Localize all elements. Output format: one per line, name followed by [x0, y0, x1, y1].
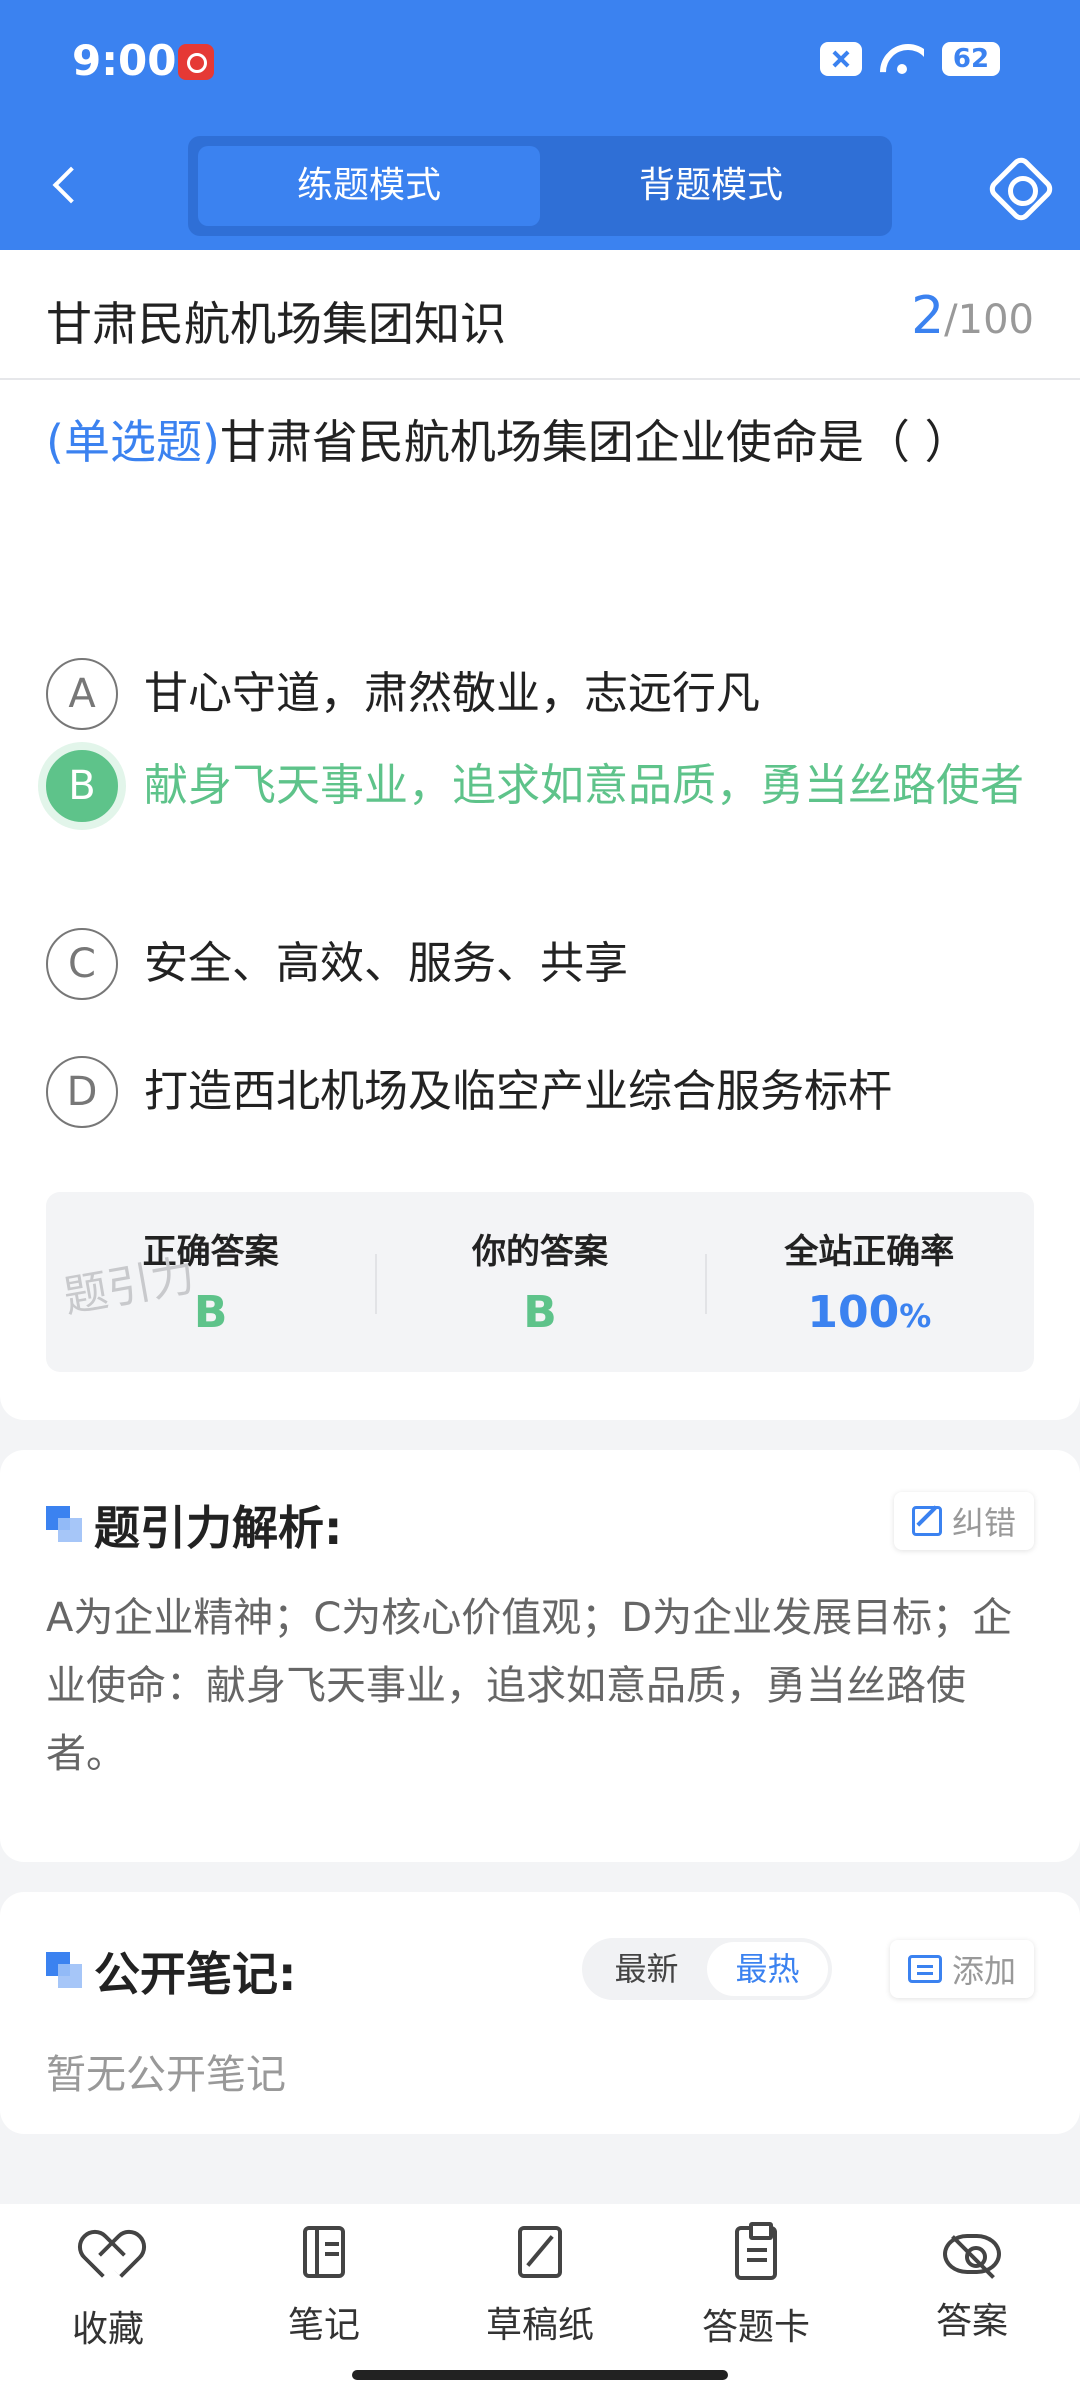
question-header: 甘肃民航机场集团知识 2/100 — [0, 250, 1080, 380]
answer-card-icon — [735, 2222, 777, 2280]
analysis-title: 题引力解析: — [94, 1501, 343, 1555]
nav-label: 笔记 — [287, 2305, 360, 2346]
report-error-label: 纠错 — [951, 1504, 1016, 1542]
nav-favorite[interactable]: 收藏 — [0, 2204, 216, 2400]
section-icon — [46, 1952, 82, 1988]
home-indicator[interactable] — [352, 2370, 728, 2380]
option-letter: C — [46, 928, 118, 1000]
sort-newest[interactable]: 最新 — [586, 1942, 707, 1996]
message-icon — [907, 1955, 942, 1983]
status-bar: 9:00 62 — [0, 0, 1080, 120]
back-icon[interactable] — [40, 160, 90, 210]
app-notification-icon — [178, 44, 214, 80]
option-a[interactable]: A 甘心守道，肃然敬业，志远行凡 — [46, 658, 1036, 730]
accuracy-rate: 全站正确率 100% — [704, 1192, 1034, 1372]
your-answer: 你的答案 B — [375, 1192, 704, 1372]
question-text: (单选题)甘肃省民航机场集团企业使命是（ ） — [46, 402, 1036, 482]
accuracy-rate-label: 全站正确率 — [784, 1232, 955, 1272]
question-progress: 2/100 — [911, 286, 1034, 346]
section-icon — [46, 1506, 82, 1542]
add-note-label: 添加 — [951, 1952, 1016, 1990]
public-notes-card: 公开笔记: 最新 最热 添加 暂无公开笔记 — [0, 1892, 1080, 2134]
option-d[interactable]: D 打造西北机场及临空产业综合服务标杆 — [46, 1056, 1036, 1128]
question-card: 甘肃民航机场集团知识 2/100 (单选题)甘肃省民航机场集团企业使命是（ ） … — [0, 250, 1080, 1420]
add-note-button[interactable]: 添加 — [889, 1940, 1034, 1998]
notebook-icon — [303, 2226, 345, 2278]
option-b[interactable]: B 献身飞天事业，追求如意品质，勇当丝路使者 — [46, 750, 1036, 822]
nav-label: 草稿纸 — [485, 2305, 594, 2346]
your-answer-value: B — [523, 1287, 557, 1338]
wifi-icon — [880, 42, 924, 76]
option-letter: A — [46, 658, 118, 730]
progress-current: 2 — [911, 286, 945, 346]
option-letter: D — [46, 1056, 118, 1128]
accuracy-rate-number: 100 — [807, 1287, 900, 1338]
nav-label: 收藏 — [71, 2309, 144, 2350]
status-time: 9:00 — [72, 36, 177, 85]
battery-icon: 62 — [942, 42, 1000, 76]
tab-practice-mode[interactable]: 练题模式 — [198, 146, 540, 226]
option-text: 打造西北机场及临空产业综合服务标杆 — [144, 1066, 892, 1117]
option-text: 甘心守道，肃然敬业，志远行凡 — [144, 668, 760, 719]
option-text: 安全、高效、服务、共享 — [144, 938, 628, 989]
heart-icon — [80, 2226, 136, 2282]
settings-icon[interactable] — [992, 160, 1044, 212]
question-body: 甘肃省民航机场集团企业使命是（ ） — [219, 415, 971, 469]
option-letter: B — [46, 750, 118, 822]
analysis-text: A为企业精神；C为核心价值观；D为企业发展目标；企业使命：献身飞天事业，追求如意… — [46, 1595, 1013, 1777]
question-type: (单选题) — [46, 415, 220, 469]
accuracy-rate-value: 100% — [705, 1287, 1034, 1338]
status-icons: 62 — [820, 42, 1000, 76]
notes-empty-text: 暂无公开笔记 — [46, 2052, 286, 2098]
analysis-card: 题引力解析: 纠错 A为企业精神；C为核心价值观；D为企业发展目标；企业使命：献… — [0, 1450, 1080, 1862]
draft-icon — [518, 2226, 562, 2278]
header: 9:00 62 练题模式 背题模式 — [0, 0, 1080, 250]
notification-x-icon — [820, 42, 862, 76]
question-category: 甘肃民航机场集团知识 — [46, 297, 506, 351]
your-answer-label: 你的答案 — [471, 1232, 608, 1272]
nav-label: 答案 — [935, 2301, 1008, 2342]
nav-answer[interactable]: 答案 — [864, 2204, 1080, 2400]
progress-total: /100 — [944, 297, 1034, 343]
option-text: 献身飞天事业，追求如意品质，勇当丝路使者 — [144, 760, 1024, 811]
mode-switch: 练题模式 背题模式 — [188, 136, 892, 236]
sort-hottest[interactable]: 最热 — [707, 1942, 828, 1996]
report-error-button[interactable]: 纠错 — [893, 1492, 1034, 1550]
option-c[interactable]: C 安全、高效、服务、共享 — [46, 928, 1036, 1000]
accuracy-rate-unit: % — [899, 1297, 932, 1335]
notes-sort-toggle: 最新 最热 — [582, 1938, 832, 2000]
eye-off-icon — [943, 2234, 1001, 2274]
notes-title: 公开笔记: — [94, 1947, 297, 2001]
edit-icon — [911, 1506, 942, 1536]
nav-label: 答题卡 — [701, 2307, 810, 2348]
tab-memorize-mode[interactable]: 背题模式 — [540, 146, 882, 226]
